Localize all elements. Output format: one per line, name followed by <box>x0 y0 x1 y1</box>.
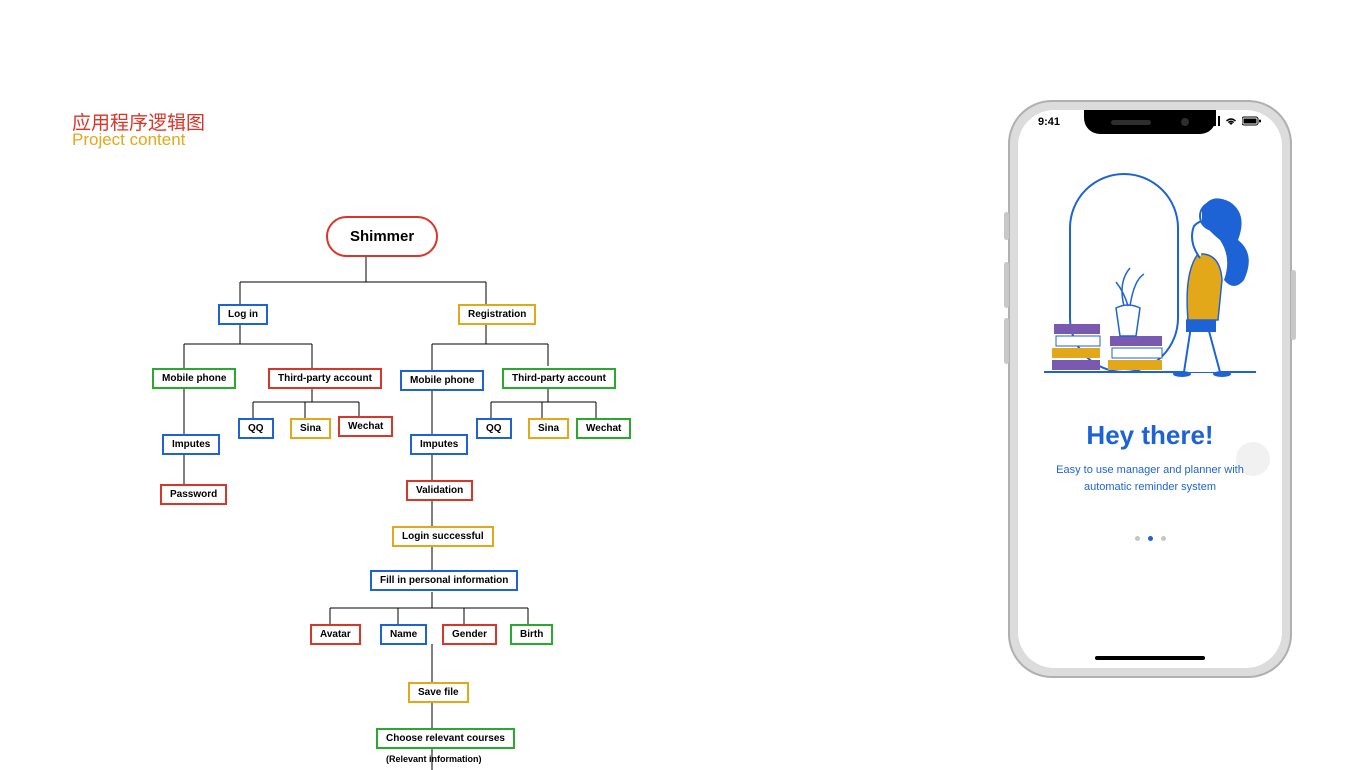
node-choose-courses: Choose relevant courses <box>376 728 515 749</box>
node-root: Shimmer <box>326 216 438 257</box>
phone-volume-down <box>1004 318 1009 364</box>
home-indicator[interactable] <box>1095 656 1205 660</box>
node-qq-2: QQ <box>476 418 512 439</box>
page-dot-2[interactable] <box>1161 536 1166 541</box>
title-english: Project content <box>72 130 185 150</box>
node-sina-1: Sina <box>290 418 331 439</box>
onboarding-illustration <box>1034 162 1266 382</box>
node-imputes-login: Imputes <box>162 434 220 455</box>
phone-volume-up <box>1004 262 1009 308</box>
node-validation: Validation <box>406 480 473 501</box>
battery-icon <box>1242 116 1262 129</box>
page-dot-1[interactable] <box>1148 536 1153 541</box>
status-bar: 9:41 <box>1018 116 1282 129</box>
onboarding-title: Hey there! <box>1018 420 1282 451</box>
node-birth: Birth <box>510 624 553 645</box>
node-qq-1: QQ <box>238 418 274 439</box>
page-dot-0[interactable] <box>1135 536 1140 541</box>
node-registration: Registration <box>458 304 536 325</box>
wifi-icon <box>1224 116 1238 129</box>
node-mobile-phone-login: Mobile phone <box>152 368 236 389</box>
phone-screen: 9:41 <box>1018 110 1282 668</box>
phone-side-button <box>1004 212 1009 240</box>
phone-power-button <box>1291 270 1296 340</box>
phone-mockup: 9:41 <box>1008 100 1292 678</box>
node-avatar: Avatar <box>310 624 361 645</box>
node-fill-info: Fill in personal information <box>370 570 518 591</box>
node-gender: Gender <box>442 624 497 645</box>
signal-icon <box>1206 116 1220 129</box>
node-login-successful: Login successful <box>392 526 494 547</box>
node-save-file: Save file <box>408 682 469 703</box>
node-login: Log in <box>218 304 268 325</box>
node-imputes-reg: Imputes <box>410 434 468 455</box>
node-third-party-login: Third-party account <box>268 368 382 389</box>
status-time: 9:41 <box>1038 116 1060 129</box>
diagram-footnote: (Relevant information) <box>386 754 482 764</box>
node-third-party-reg: Third-party account <box>502 368 616 389</box>
onboarding-subtitle: Easy to use manager and planner with aut… <box>1036 462 1264 495</box>
flow-diagram: Shimmer Log in Registration Mobile phone… <box>140 210 660 770</box>
node-wechat-1: Wechat <box>338 416 393 437</box>
node-name: Name <box>380 624 427 645</box>
node-sina-2: Sina <box>528 418 569 439</box>
page-indicator[interactable] <box>1018 536 1282 541</box>
node-password: Password <box>160 484 227 505</box>
node-wechat-2: Wechat <box>576 418 631 439</box>
node-mobile-phone-reg: Mobile phone <box>400 370 484 391</box>
